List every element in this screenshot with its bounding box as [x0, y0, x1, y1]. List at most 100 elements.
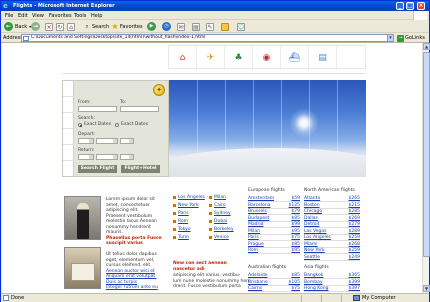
zone-text: My Computer	[362, 295, 396, 301]
search-type-label: Search:	[78, 116, 95, 121]
vertical-scrollbar[interactable]: ▲ ▼	[422, 43, 430, 293]
favorites-label: Favorites	[120, 23, 143, 30]
nav-cruises[interactable]: ⛴	[281, 46, 309, 70]
document-icon: ▤	[318, 53, 327, 63]
destination-link[interactable]: Rom	[173, 219, 188, 224]
depart-month-select[interactable]	[96, 138, 118, 144]
search-button[interactable]: ⌕ Search	[83, 22, 109, 31]
address-label: Address	[3, 35, 23, 41]
nav-info[interactable]: ▤	[309, 46, 337, 70]
exact-dates-radio[interactable]	[78, 123, 82, 127]
home-button[interactable]: ⌂	[67, 22, 75, 31]
nav-holidays[interactable]: ♣	[225, 46, 253, 70]
destination-link[interactable]: Tokyo	[173, 227, 191, 232]
destination-link[interactable]: Turin	[173, 235, 189, 240]
center-headline[interactable]: nascetur adi	[173, 267, 205, 273]
palm-icon: ♣	[234, 53, 243, 63]
history-icon: ◷	[162, 22, 171, 31]
destination-link[interactable]: Cairo	[209, 203, 226, 208]
stop-button[interactable]: ×	[45, 22, 53, 31]
from-input[interactable]	[78, 106, 117, 112]
title-bar: e Flights - Microsoft Internet Explorer …	[1, 1, 429, 11]
back-button[interactable]: ← Back ▾	[4, 22, 31, 31]
menu-bar: File Edit View Favorites Tools Help	[1, 11, 429, 20]
destination-link[interactable]: New York	[173, 203, 199, 208]
logo-area	[62, 47, 162, 69]
menu-file[interactable]: File	[5, 13, 13, 19]
destination-link[interactable]: Venice	[209, 235, 229, 240]
maximize-button[interactable]: □	[406, 2, 414, 10]
nav-home[interactable]: ⌂	[169, 46, 197, 70]
folder-button[interactable]	[221, 22, 229, 31]
destination-link[interactable]: Berkeley	[209, 227, 234, 232]
european-flights-title: European flights	[248, 188, 285, 193]
ship-icon: ⛴	[288, 53, 301, 63]
destinations-col-2: Milan Cairo Sydney Dubai Berkeley Venice	[209, 195, 245, 255]
from-label: From:	[78, 100, 91, 105]
return-month-select[interactable]	[96, 154, 118, 160]
destination-link[interactable]: Paris	[173, 211, 189, 216]
mail-button[interactable]: ✉	[177, 22, 185, 31]
promo-link[interactable]: Integer rutrum ante eu	[106, 285, 158, 291]
depart-day-select[interactable]	[78, 138, 94, 144]
scroll-up-button[interactable]: ▲	[423, 43, 430, 50]
destination-link[interactable]: Dubai	[209, 219, 227, 224]
go-button[interactable]: → Go	[397, 34, 412, 42]
back-arrow-icon: ←	[4, 22, 13, 31]
messenger-button[interactable]: ☺	[237, 22, 245, 31]
nav-bar: ⌂ ✈ ♣ ◉ ⛴ ▤	[168, 45, 366, 70]
search-flight-button[interactable]: Search Flight	[78, 165, 117, 173]
edit-button[interactable]: ✎	[206, 22, 214, 31]
flexible-dates-radio[interactable]	[115, 123, 119, 127]
depart-label: Depart:	[78, 132, 95, 137]
links-button[interactable]: Links	[412, 35, 425, 41]
destination-link[interactable]: Los Angeles	[173, 195, 205, 200]
close-button[interactable]: ×	[417, 2, 425, 10]
menu-help[interactable]: Help	[91, 13, 102, 19]
search-icon: ⌕	[85, 22, 89, 30]
go-arrow-icon: →	[397, 34, 404, 42]
favorites-button[interactable]: ★ Favorites	[111, 22, 143, 31]
dune-shape	[169, 148, 366, 177]
sun-glow	[289, 108, 319, 138]
toolbar: ← Back ▾ → × ↻ ⌂ ⌕ Search ★ Favorites ▶ …	[1, 20, 429, 33]
nav-flights[interactable]: ✈	[197, 46, 225, 70]
divider	[62, 73, 366, 74]
return-label: Return:	[78, 148, 95, 153]
print-button[interactable]: ▤	[192, 22, 200, 31]
page-icon	[23, 36, 29, 41]
menu-favorites[interactable]: Favorites	[49, 13, 72, 19]
flight-hotel-button[interactable]: Flight+Hotel	[121, 165, 160, 173]
address-input[interactable]: C:\Documents and Settings\Desktop\site_1…	[21, 34, 388, 42]
address-dropdown-button[interactable]: ▾	[387, 34, 394, 42]
menu-view[interactable]: View	[32, 13, 44, 19]
forward-button[interactable]: →	[31, 22, 40, 31]
minimize-button[interactable]: _	[396, 2, 404, 10]
compass-icon: ✦	[153, 84, 165, 96]
computer-icon	[353, 295, 360, 301]
address-bar: Address C:\Documents and Settings\Deskto…	[1, 33, 429, 43]
destination-link[interactable]: Milan	[209, 195, 226, 200]
scroll-thumb[interactable]	[423, 52, 430, 257]
to-input[interactable]	[120, 106, 159, 112]
car-icon: ◉	[262, 53, 271, 63]
windows-logo-icon	[413, 11, 427, 20]
menu-edit[interactable]: Edit	[18, 13, 28, 19]
media-button[interactable]: ▶	[147, 22, 156, 31]
status-text: Done	[11, 295, 25, 301]
return-day-select[interactable]	[78, 154, 94, 160]
scroll-down-button[interactable]: ▼	[423, 285, 430, 292]
refresh-button[interactable]: ↻	[56, 22, 64, 31]
history-button[interactable]: ◷	[162, 22, 171, 31]
ie-icon: e	[3, 2, 8, 10]
destination-link[interactable]: Sydney	[209, 211, 231, 216]
nav-cars[interactable]: ◉	[253, 46, 281, 70]
window-title: Flights - Microsoft Internet Explorer	[13, 3, 115, 9]
center-line: drerit. Fusce vestibulum porta	[173, 284, 241, 289]
promo-headline[interactable]: suscipit varius	[106, 241, 143, 247]
depart-time-select[interactable]	[120, 138, 134, 144]
asia-flights-title: Asia flights	[304, 265, 329, 270]
return-time-select[interactable]	[120, 154, 134, 160]
status-bar: Done My Computer	[1, 293, 429, 302]
menu-tools[interactable]: Tools	[74, 13, 86, 19]
